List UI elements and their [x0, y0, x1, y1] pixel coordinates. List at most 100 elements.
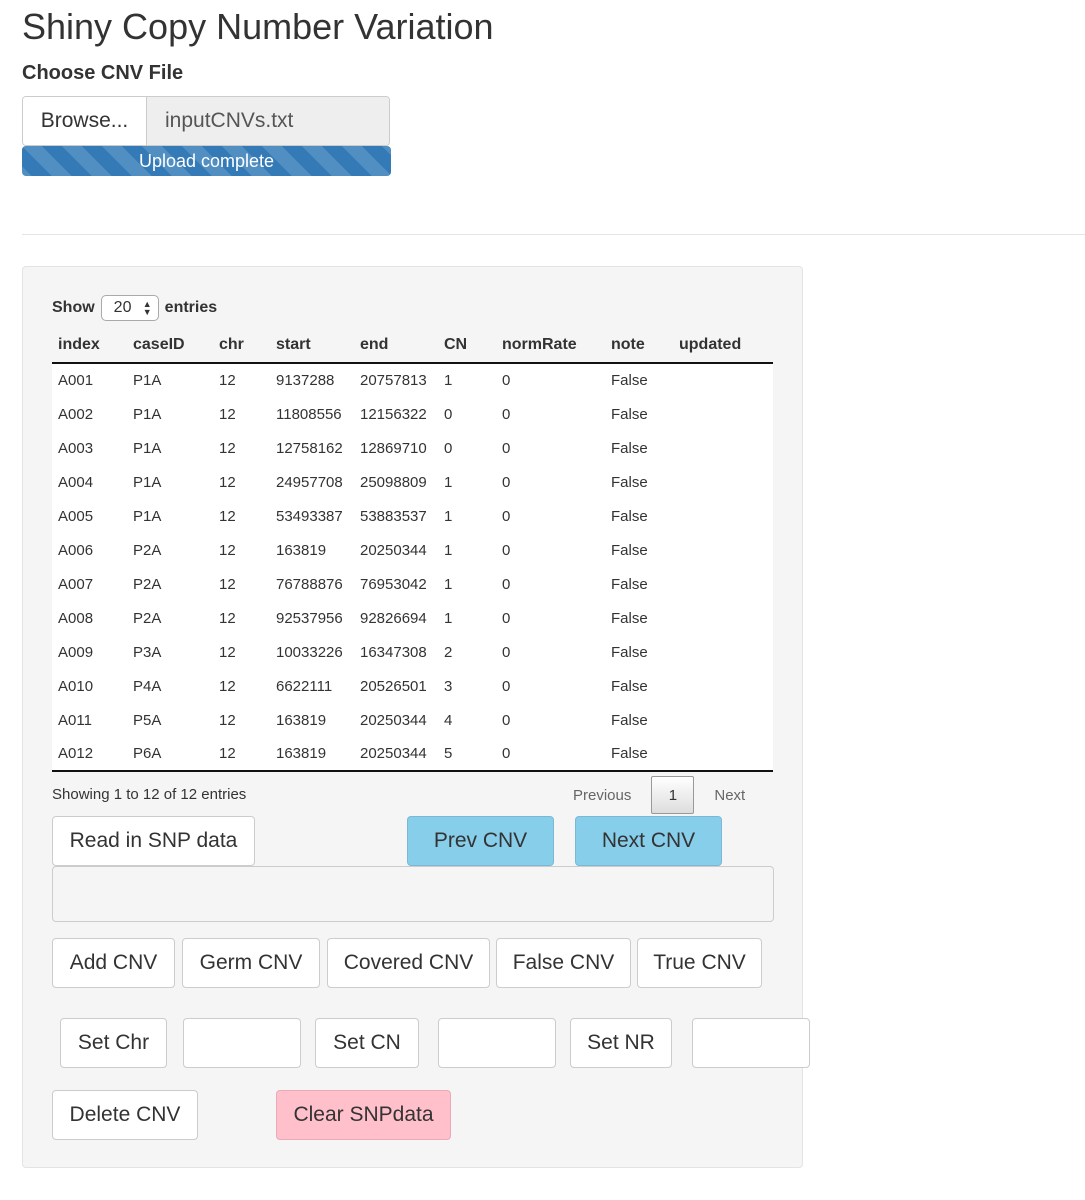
table-cell-end: 25098809 [360, 473, 427, 491]
table-cell-note: False [611, 405, 648, 423]
table-cell-index: A011 [58, 711, 92, 729]
column-header-caseid[interactable]: caseID [127, 327, 213, 364]
table-cell-note: False [611, 575, 648, 593]
column-header-chr[interactable]: chr [213, 327, 270, 364]
table-cell-note: False [611, 507, 648, 525]
table-row[interactable]: A012 P6A 12 163819 20250344 5 0 False [52, 737, 773, 772]
next-cnv-button[interactable]: Next CNV [575, 816, 722, 866]
cn-input[interactable] [438, 1018, 556, 1068]
table-cell-start: 53493387 [276, 507, 343, 525]
add-cnv-button[interactable]: Add CNV [52, 938, 175, 988]
table-body: A001 P1A 12 9137288 20757813 1 0 False A002 P1A 12… [52, 363, 773, 772]
table-cell-caseid: P5A [133, 711, 162, 729]
column-header-start[interactable]: start [270, 327, 354, 364]
nr-input[interactable] [692, 1018, 810, 1068]
table-cell-start: 9137288 [276, 372, 335, 389]
delete-cnv-button[interactable]: Delete CNV [52, 1090, 198, 1140]
table-cell-index: A012 [52, 737, 127, 772]
table-cell-index: A004 [58, 473, 94, 491]
table-cell-cn: 1 [444, 609, 453, 627]
table-cell-end: 20526501 [360, 677, 427, 695]
page-length-control: Show 20 ▲ ▼ entries [52, 295, 217, 321]
table-cell-updated [673, 635, 773, 669]
table-cell-cn: 1 [444, 372, 453, 389]
column-header-index[interactable]: index [52, 327, 127, 364]
table-row[interactable]: A011 P5A 12 163819 20250344 4 0 False [52, 703, 773, 737]
column-header-note[interactable]: note [605, 327, 673, 364]
germ-cnv-button[interactable]: Germ CNV [182, 938, 320, 988]
page-length-select[interactable]: 20 ▲ ▼ [100, 295, 159, 321]
table-cell-end: 20757813 [360, 372, 427, 389]
table-row[interactable]: A010 P4A 12 6622111 20526501 3 0 False [52, 669, 773, 703]
table-row[interactable]: A009 P3A 12 10033226 16347308 2 0 False [52, 635, 773, 669]
table-cell-updated [673, 363, 773, 397]
next-page-button[interactable]: Next [714, 787, 745, 804]
column-header-cn[interactable]: CN [438, 327, 496, 364]
table-cell-cn: 4 [444, 711, 453, 729]
column-header-end[interactable]: end [354, 327, 438, 364]
table-cell-start: 12758162 [276, 439, 343, 457]
table-cell-end: 16347308 [360, 643, 427, 661]
entries-label: entries [164, 299, 218, 316]
table-cell-chr: 12 [219, 609, 236, 627]
table-cell-normrate: 0 [502, 609, 511, 627]
table-cell-end: 76953042 [360, 575, 427, 593]
table-cell-updated [673, 397, 773, 431]
table-cell-caseid: P6A [127, 737, 213, 772]
table-cell-chr: 12 [219, 372, 236, 389]
table-cell-index: A008 [58, 609, 94, 627]
column-header-updated[interactable]: updated [673, 327, 773, 364]
table-cell-caseid: P2A [133, 575, 162, 593]
table-cell-caseid: P1A [133, 439, 162, 457]
read-snp-button[interactable]: Read in SNP data [52, 816, 255, 866]
table-row[interactable]: A003 P1A 12 12758162 12869710 0 0 False [52, 431, 773, 465]
table-cell-note: False [611, 439, 648, 457]
table-row[interactable]: A004 P1A 12 24957708 25098809 1 0 False [52, 465, 773, 499]
table-cell-note: False [611, 677, 648, 695]
column-header-normrate[interactable]: normRate [496, 327, 605, 364]
table-cell-normrate: 0 [502, 541, 511, 559]
previous-page-button[interactable]: Previous [573, 787, 631, 804]
table-cell-index: A006 [58, 541, 94, 559]
table-cell-note: False [611, 609, 648, 627]
clear-snpdata-button[interactable]: Clear SNPdata [276, 1090, 451, 1140]
set-cn-button[interactable]: Set CN [315, 1018, 419, 1068]
table-row[interactable]: A007 P2A 12 76788876 76953042 1 0 False [52, 567, 773, 601]
table-row[interactable]: A001 P1A 12 9137288 20757813 1 0 False [52, 363, 773, 397]
table-cell-chr: 12 [213, 737, 270, 772]
table-cell-updated [673, 465, 773, 499]
page-1-button[interactable]: 1 [651, 776, 695, 814]
set-chr-button[interactable]: Set Chr [60, 1018, 167, 1068]
table-row[interactable]: A002 P1A 12 11808556 12156322 0 0 False [52, 397, 773, 431]
table-cell-caseid: P1A [133, 405, 162, 423]
set-nr-button[interactable]: Set NR [570, 1018, 672, 1068]
table-cell-note: False [605, 737, 673, 772]
table-cell-end: 20250344 [360, 711, 427, 729]
table-cell-chr: 12 [219, 405, 236, 423]
table-cell-end: 12156322 [360, 405, 427, 423]
browse-button[interactable]: Browse... [23, 97, 147, 145]
table-cell-updated [673, 737, 773, 772]
table-cell-cn: 1 [444, 473, 453, 491]
table-cell-index: A007 [58, 575, 94, 593]
table-cell-updated [673, 431, 773, 465]
file-input-label: Choose CNV File [22, 62, 184, 84]
table-row[interactable]: A008 P2A 12 92537956 92826694 1 0 False [52, 601, 773, 635]
table-cell-updated [673, 499, 773, 533]
table-cell-caseid: P1A [133, 473, 162, 491]
chr-input[interactable] [183, 1018, 301, 1068]
table-row[interactable]: A006 P2A 12 163819 20250344 1 0 False [52, 533, 773, 567]
table-cell-normrate: 0 [502, 405, 511, 423]
false-cnv-button[interactable]: False CNV [496, 938, 631, 988]
table-cell-cn: 5 [438, 737, 496, 772]
table-cell-end: 20250344 [354, 737, 438, 772]
table-cell-normrate: 0 [502, 711, 511, 729]
true-cnv-button[interactable]: True CNV [637, 938, 762, 988]
table-row[interactable]: A005 P1A 12 53493387 53883537 1 0 False [52, 499, 773, 533]
prev-cnv-button[interactable]: Prev CNV [407, 816, 554, 866]
table-cell-normrate: 0 [502, 473, 511, 491]
table-cell-cn: 2 [444, 643, 453, 661]
table-cell-index: A009 [58, 643, 94, 661]
covered-cnv-button[interactable]: Covered CNV [327, 938, 490, 988]
table-cell-index: A005 [58, 507, 94, 525]
